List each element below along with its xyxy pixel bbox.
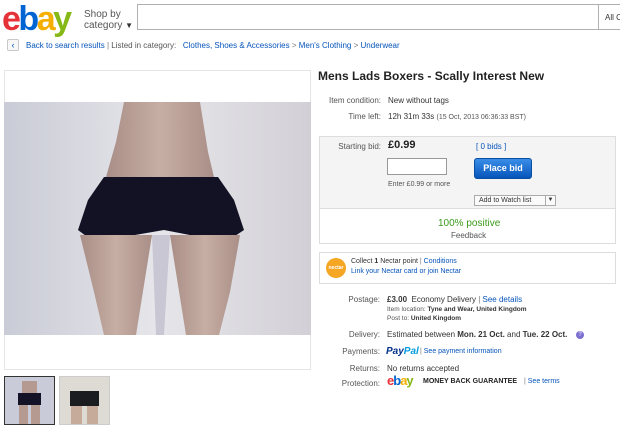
- category-select[interactable]: All C: [598, 4, 620, 30]
- condition-value: New without tags: [388, 96, 449, 105]
- thumbnail-image: [5, 377, 54, 424]
- money-back-guarantee: MONEY BACK GUARANTEE: [423, 378, 517, 385]
- nectar-join-link[interactable]: Link your Nectar card or join Nectar: [351, 268, 461, 275]
- positive-feedback: 100% positive: [438, 218, 501, 229]
- postage-label: Postage:: [348, 295, 380, 304]
- returns-label: Returns:: [349, 364, 380, 373]
- shop-by-category-button[interactable]: Shop by category ▼: [84, 9, 133, 31]
- starting-bid-value: £0.99: [388, 139, 416, 151]
- caret-down-icon: ▼: [125, 21, 134, 30]
- bid-amount-input[interactable]: [387, 158, 447, 175]
- product-image[interactable]: [4, 102, 311, 335]
- returns-value: No returns accepted: [387, 364, 460, 373]
- nectar-points-line: Collect 1 Nectar point | Conditions: [351, 258, 457, 265]
- post-to: Post to: United Kingdom: [387, 315, 462, 322]
- see-terms-link[interactable]: See terms: [528, 378, 560, 385]
- postage-value: £3.00 Economy Delivery | See details: [387, 295, 523, 304]
- thumbnail-2[interactable]: [59, 376, 110, 425]
- see-details-link[interactable]: See details: [483, 295, 523, 304]
- place-bid-button[interactable]: Place bid: [474, 158, 532, 179]
- category-label: category: [84, 20, 123, 31]
- breadcrumb-item-clothes[interactable]: Clothes, Shoes & Accessories: [183, 41, 290, 50]
- item-location: Item location: Tyne and Wear, United Kin…: [387, 306, 527, 313]
- shop-by-label: Shop by: [84, 9, 121, 20]
- listed-in-label: Listed in category:: [111, 41, 177, 50]
- back-to-search-link[interactable]: Back to search results: [26, 41, 105, 50]
- starting-bid-label: Starting bid:: [338, 142, 381, 151]
- add-to-watch-list-button[interactable]: Add to Watch list ▼: [474, 195, 556, 206]
- breadcrumb-item-mens-clothing[interactable]: Men's Clothing: [299, 41, 352, 50]
- nectar-conditions-link[interactable]: Conditions: [424, 258, 457, 265]
- thumbnail-image: [60, 377, 109, 424]
- info-icon[interactable]: ?: [576, 331, 584, 339]
- enter-bid-hint: Enter £0.99 or more: [388, 181, 451, 188]
- paypal-logo: PayPal: [386, 346, 419, 357]
- protection-label: Protection:: [341, 379, 380, 388]
- listing-title: Mens Lads Boxers - Scally Interest New: [318, 69, 545, 83]
- thumbnail-1[interactable]: [4, 376, 55, 425]
- nectar-logo: nectar: [326, 258, 346, 278]
- delivery-label: Delivery:: [348, 330, 380, 339]
- back-arrow-icon[interactable]: ‹: [7, 39, 19, 51]
- dropdown-arrow-icon[interactable]: ▼: [545, 196, 555, 205]
- search-input[interactable]: [137, 4, 607, 30]
- payments-label: Payments:: [342, 347, 380, 356]
- payment-info-link[interactable]: See payment information: [424, 348, 502, 355]
- delivery-estimate: Estimated between Mon. 21 Oct. and Tue. …: [387, 330, 568, 339]
- breadcrumb: Back to search results | Listed in categ…: [26, 41, 400, 50]
- condition-label: Item condition:: [328, 96, 381, 105]
- bids-count-link[interactable]: [ 0 bids ]: [476, 142, 506, 151]
- time-left-value: 12h 31m 33s (15 Oct, 2013 06:36:33 BST): [388, 112, 526, 121]
- ebay-mini-logo: ebay: [387, 373, 414, 388]
- breadcrumb-item-underwear[interactable]: Underwear: [361, 41, 400, 50]
- ebay-logo[interactable]: ebay: [2, 0, 72, 38]
- feedback-label: Feedback: [451, 231, 487, 240]
- end-date: (15 Oct, 2013 06:36:33 BST): [436, 114, 527, 121]
- time-left-label: Time left:: [348, 112, 381, 121]
